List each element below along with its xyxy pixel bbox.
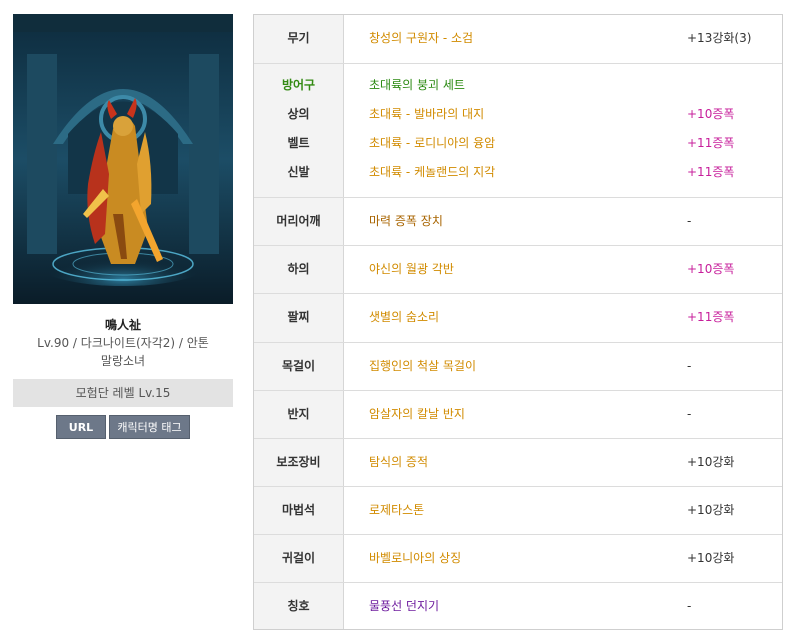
slot-label: 상의 bbox=[287, 107, 310, 121]
item-name[interactable]: 마력 증폭 장치 bbox=[369, 207, 443, 236]
character-info: Lv.90 / 다크나이트(자각2) / 안톤 말랑소녀 bbox=[13, 334, 233, 370]
enhance-value: +11증폭 bbox=[687, 165, 735, 179]
equipment-row-shoulder: 머리어깨 마력 증폭 장치 - bbox=[254, 197, 782, 246]
slot-label: 무기 bbox=[287, 31, 310, 45]
character-portrait bbox=[13, 14, 233, 304]
enhance-value: +10증폭 bbox=[687, 262, 735, 276]
equipment-row-weapon: 무기 창성의 구원자 - 소검 +13강화(3) bbox=[254, 15, 782, 63]
slot-label: 보조장비 bbox=[276, 455, 321, 469]
slot-label: 신발 bbox=[287, 165, 310, 179]
slot-label: 마법석 bbox=[281, 503, 316, 517]
character-level-class-server: Lv.90 / 다크나이트(자각2) / 안톤 bbox=[37, 336, 209, 350]
enhance-value: +13강화(3) bbox=[687, 31, 752, 45]
item-name[interactable]: 바벨로니아의 상징 bbox=[369, 544, 461, 573]
enhance-value: +11증폭 bbox=[687, 310, 735, 324]
enhance-value: - bbox=[687, 214, 692, 228]
item-name[interactable]: 초대륙 - 발바라의 대지 bbox=[369, 100, 484, 129]
equipment-table: 무기 창성의 구원자 - 소검 +13강화(3) 방어구 초대륙의 붕괴 세트 … bbox=[253, 14, 783, 630]
enhance-value: +11증폭 bbox=[687, 136, 735, 150]
item-name[interactable]: 로제타스톤 bbox=[369, 496, 424, 525]
equipment-row-earring: 귀걸이 바벨로니아의 상징 +10강화 bbox=[254, 534, 782, 583]
equipment-row-support: 보조장비 탐식의 증적 +10강화 bbox=[254, 438, 782, 487]
equipment-row-armor: 방어구 초대륙의 붕괴 세트 상의 초대륙 - 발바라의 대지 +10증폭 벨트… bbox=[254, 63, 782, 198]
item-name[interactable]: 탐식의 증적 bbox=[369, 448, 428, 477]
equipment-row-magic-stone: 마법석 로제타스톤 +10강화 bbox=[254, 486, 782, 535]
item-name[interactable]: 초대륙 - 로디니아의 융암 bbox=[369, 129, 495, 158]
item-name[interactable]: 암살자의 칼날 반지 bbox=[369, 400, 465, 429]
item-name[interactable]: 야신의 월광 각반 bbox=[369, 255, 454, 284]
equipment-row-title: 칭호 물풍선 던지기 - bbox=[254, 582, 782, 630]
slot-label: 팔찌 bbox=[287, 310, 310, 324]
character-tag-button[interactable]: 캐릭터명 태그 bbox=[109, 415, 190, 439]
item-name[interactable]: 창성의 구원자 - 소검 bbox=[369, 24, 473, 53]
character-illustration bbox=[13, 14, 233, 304]
enhance-value: +10증폭 bbox=[687, 107, 735, 121]
slot-label: 머리어깨 bbox=[276, 214, 321, 228]
equipment-row-necklace: 목걸이 집행인의 척살 목걸이 - bbox=[254, 342, 782, 391]
enhance-value: - bbox=[687, 407, 692, 421]
slot-label: 방어구 bbox=[281, 78, 316, 92]
item-name[interactable]: 물풍선 던지기 bbox=[369, 592, 439, 621]
adventure-level: 모험단 레벨 Lv.15 bbox=[13, 379, 233, 407]
equipment-row-bottom: 하의 야신의 월광 각반 +10증폭 bbox=[254, 245, 782, 294]
slot-label: 하의 bbox=[287, 262, 310, 276]
slot-label: 귀걸이 bbox=[281, 551, 316, 565]
character-name: 鳴人祉 bbox=[104, 318, 141, 332]
slot-label: 칭호 bbox=[287, 599, 310, 613]
enhance-value: +10강화 bbox=[687, 455, 735, 469]
item-name[interactable]: 집행인의 척살 목걸이 bbox=[369, 352, 476, 381]
enhance-value: +10강화 bbox=[687, 551, 735, 565]
item-name[interactable]: 샛별의 숨소리 bbox=[369, 303, 439, 332]
slot-label: 목걸이 bbox=[281, 359, 316, 373]
set-name[interactable]: 초대륙의 붕괴 세트 bbox=[369, 71, 465, 100]
slot-label: 벨트 bbox=[287, 136, 310, 150]
character-guild-name: 말랑소녀 bbox=[100, 354, 146, 368]
equipment-row-bracelet: 팔찌 샛별의 숨소리 +11증폭 bbox=[254, 293, 782, 343]
url-button[interactable]: URL bbox=[56, 415, 106, 439]
enhance-value: +10강화 bbox=[687, 503, 735, 517]
equipment-row-ring: 반지 암살자의 칼날 반지 - bbox=[254, 390, 782, 439]
enhance-value: - bbox=[687, 359, 692, 373]
slot-label: 반지 bbox=[287, 407, 310, 421]
item-name[interactable]: 초대륙 - 케놀랜드의 지각 bbox=[369, 158, 495, 187]
enhance-value: - bbox=[687, 599, 692, 613]
